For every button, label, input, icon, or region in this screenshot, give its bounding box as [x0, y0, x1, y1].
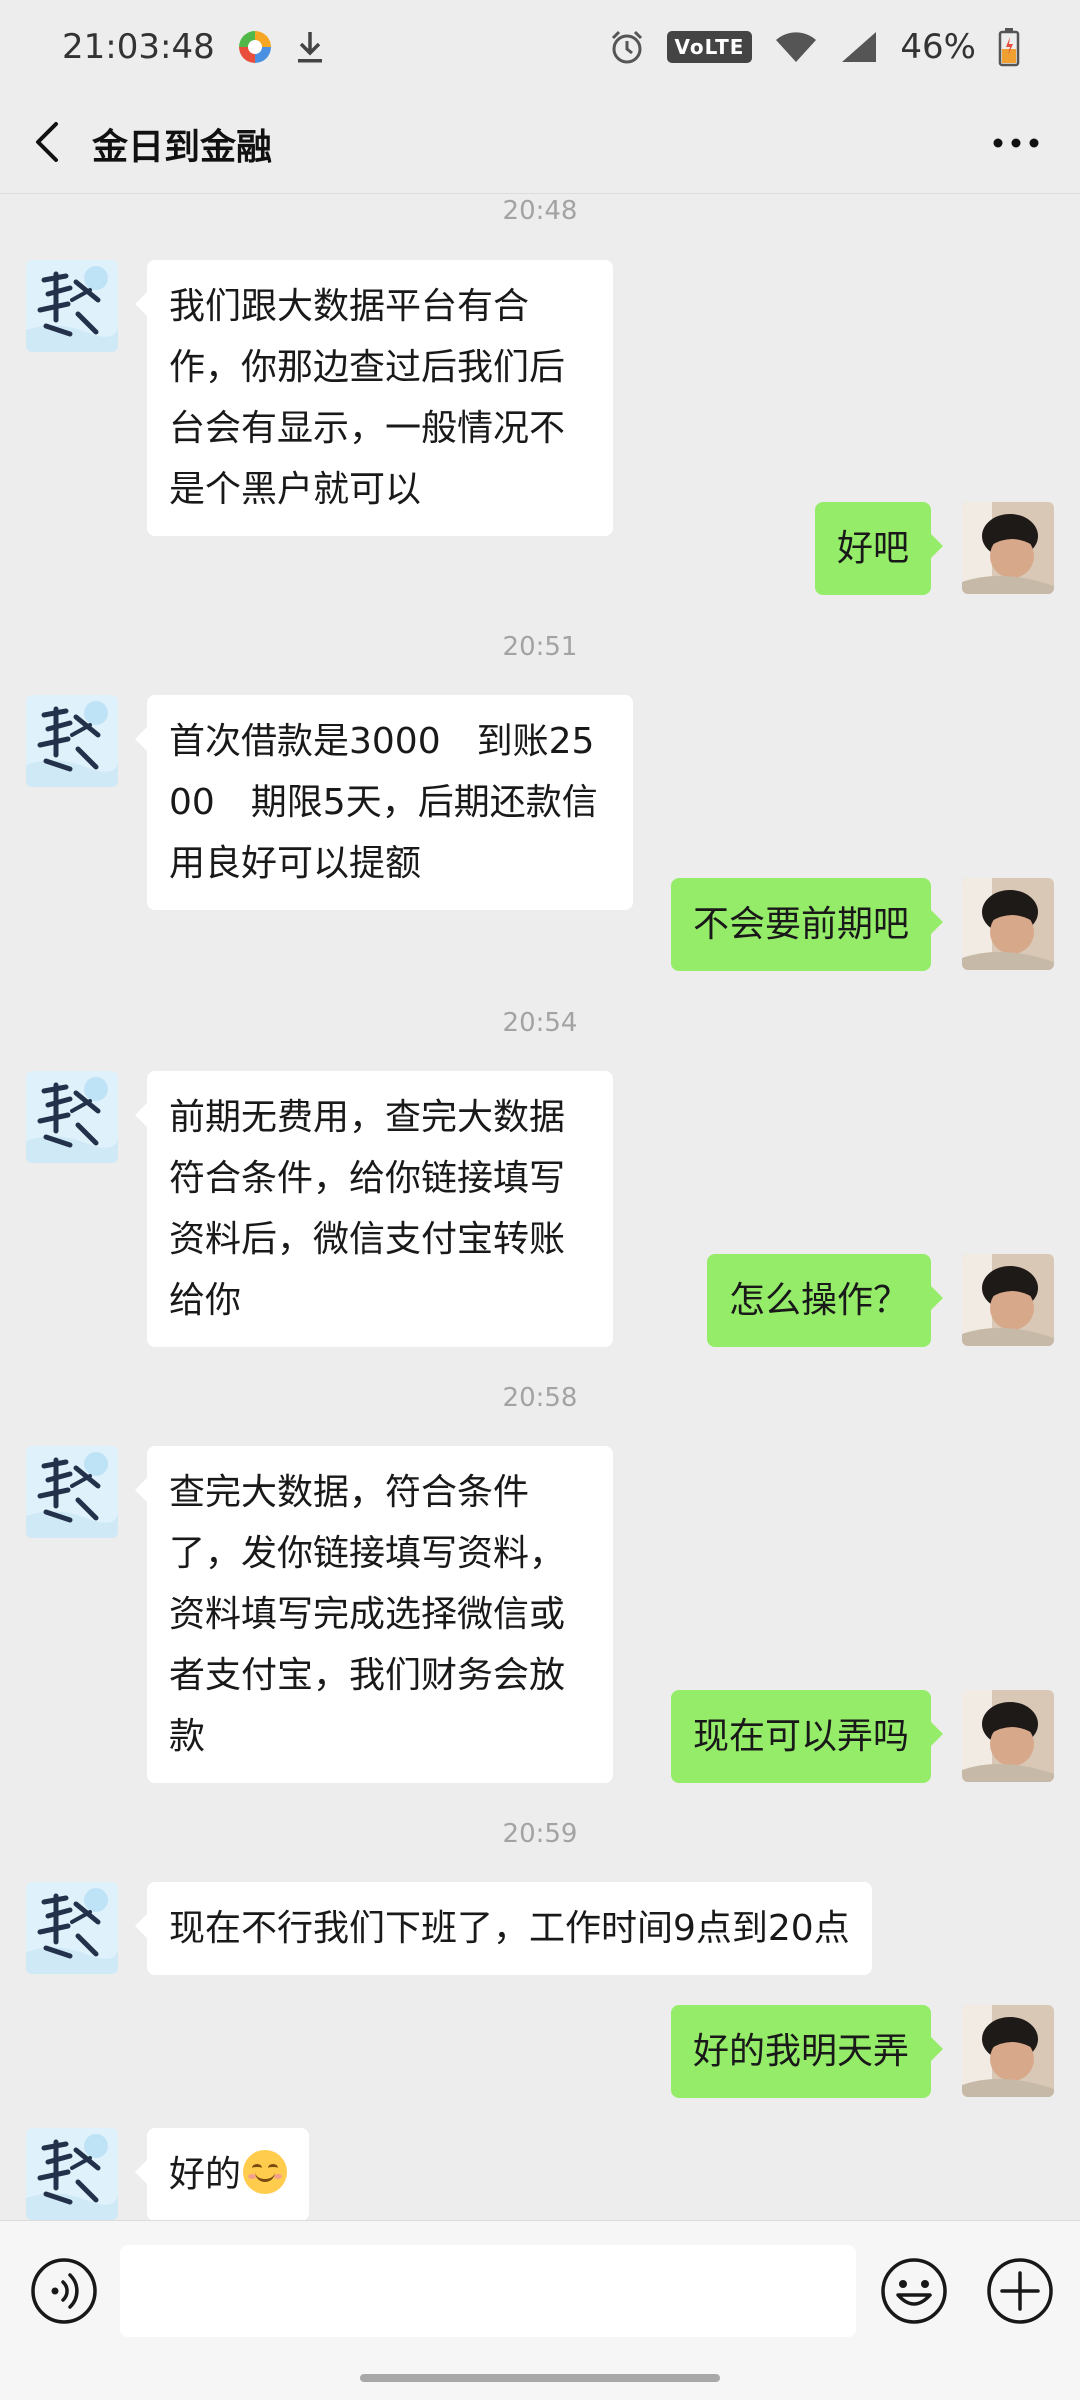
message-bubble[interactable]: 前期无费用，查完大数据符合条件，给你链接填写资料后，微信支付宝转账给你: [135, 1071, 613, 1347]
contact-avatar[interactable]: [26, 260, 118, 352]
message-bubble[interactable]: 好的: [134, 2128, 310, 2220]
smiling-face-emoji-icon: [243, 2150, 288, 2194]
message-bubble[interactable]: 我们跟大数据平台有合作，你那边查过后我们后台会有显示，一般情况不是个黑户就可以: [135, 260, 613, 536]
alarm-icon: [609, 29, 645, 65]
timestamp: 20:48: [502, 196, 578, 226]
message-bubble[interactable]: 查完大数据，符合条件了，发你链接填写资料，资料填写完成选择微信或者支付宝，我们财…: [135, 1446, 613, 1783]
message-text: 好的: [169, 2154, 242, 2195]
contact-avatar[interactable]: [26, 1071, 118, 1163]
download-icon: [295, 30, 325, 64]
contact-avatar[interactable]: [26, 1446, 118, 1538]
input-bar: [0, 2220, 1080, 2400]
message-input[interactable]: [120, 2245, 856, 2337]
message-bubble[interactable]: 首次借款是3000 到账2500 期限5天，后期还款信用良好可以提额: [135, 695, 633, 910]
user-avatar[interactable]: [962, 502, 1054, 594]
timestamp: 20:51: [502, 632, 578, 662]
home-indicator[interactable]: [360, 2374, 720, 2382]
message-bubble[interactable]: 好的我明天弄: [670, 2005, 944, 2098]
message-bubble[interactable]: 怎么操作？: [706, 1254, 944, 1347]
wifi-icon: [774, 30, 818, 64]
volte-badge: VoLTE: [666, 31, 753, 63]
user-avatar[interactable]: [962, 1690, 1054, 1782]
chat-header: 金日到金融: [0, 94, 1080, 194]
signal-icon: [840, 30, 878, 64]
app-notification-icon: [237, 29, 273, 65]
more-icon[interactable]: [992, 134, 1040, 153]
back-arrow-icon[interactable]: [30, 120, 64, 168]
timestamp: 20:54: [502, 1008, 578, 1038]
battery-percent: 46%: [900, 27, 976, 67]
plus-icon[interactable]: [986, 2257, 1054, 2329]
status-bar: 21:03:48 VoLTE 46%: [0, 0, 1080, 94]
message-bubble[interactable]: 好吧: [814, 502, 944, 595]
contact-avatar[interactable]: [26, 2128, 118, 2220]
message-bubble[interactable]: 现在可以弄吗: [670, 1690, 944, 1783]
user-avatar[interactable]: [962, 2005, 1054, 2097]
message-bubble[interactable]: 不会要前期吧: [670, 878, 944, 971]
user-avatar[interactable]: [962, 878, 1054, 970]
timestamp: 20:58: [502, 1383, 578, 1413]
status-time: 21:03:48: [62, 27, 215, 67]
chat-title: 金日到金融: [92, 126, 273, 168]
message-bubble[interactable]: 现在不行我们下班了，工作时间9点到20点: [135, 1882, 872, 1975]
emoji-icon[interactable]: [880, 2257, 948, 2329]
message-list[interactable]: 20:48 我们跟大数据平台有合作，你那边查过后我们后台会有显示，一般情况不是个…: [0, 194, 1080, 2220]
timestamp: 20:59: [502, 1819, 578, 1849]
user-avatar[interactable]: [962, 1254, 1054, 1346]
battery-icon: [998, 27, 1020, 67]
voice-icon[interactable]: [30, 2257, 98, 2329]
contact-avatar[interactable]: [26, 1882, 118, 1974]
contact-avatar[interactable]: [26, 695, 118, 787]
